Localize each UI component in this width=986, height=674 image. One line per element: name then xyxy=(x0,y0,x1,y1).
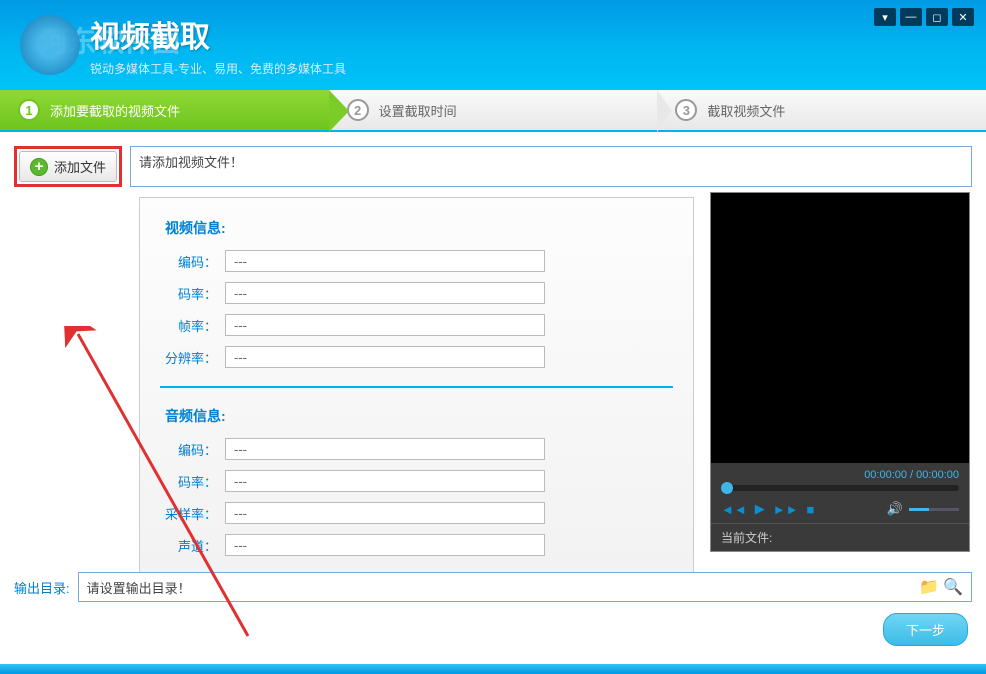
video-bitrate-value: --- xyxy=(225,282,545,304)
volume-icon[interactable]: 🔊 xyxy=(887,501,903,517)
step-1[interactable]: 1 添加要截取的视频文件 xyxy=(0,90,329,130)
audio-channels-value: --- xyxy=(225,534,545,556)
audio-bitrate-label: 码率： xyxy=(165,472,225,491)
step-3-number: 3 xyxy=(675,99,697,121)
maximize-button[interactable]: ◻ xyxy=(926,8,948,26)
minimize-button[interactable]: — xyxy=(900,8,922,26)
play-icon[interactable]: ▶ xyxy=(755,501,765,517)
audio-samplerate-row: 采样率： --- xyxy=(165,502,668,524)
output-path-field[interactable]: 请设置输出目录！ 📁 🔍 xyxy=(78,572,972,602)
preview-video-area xyxy=(711,193,969,463)
step-1-number: 1 xyxy=(18,99,40,121)
dropdown-button[interactable]: ▾ xyxy=(874,8,896,26)
current-file-row: 当前文件: xyxy=(711,523,969,551)
divider xyxy=(160,386,673,388)
progress-bar[interactable] xyxy=(721,485,959,491)
video-bitrate-label: 码率： xyxy=(165,284,225,303)
video-fps-value: --- xyxy=(225,314,545,336)
file-path-field[interactable]: 请添加视频文件！ xyxy=(130,146,972,187)
audio-info-title: 音频信息: xyxy=(165,406,668,426)
output-label: 输出目录: xyxy=(14,578,70,597)
progress-thumb[interactable] xyxy=(721,482,733,494)
video-fps-row: 帧率： --- xyxy=(165,314,668,336)
rewind-icon[interactable]: ◄◄ xyxy=(721,502,747,517)
step-3[interactable]: 3 截取视频文件 xyxy=(657,90,986,130)
audio-codec-label: 编码： xyxy=(165,440,225,459)
step-2-label: 设置截取时间 xyxy=(379,101,457,120)
video-fps-label: 帧率： xyxy=(165,316,225,335)
plus-icon: + xyxy=(30,158,48,176)
video-resolution-row: 分辨率： --- xyxy=(165,346,668,368)
app-subtitle: 锐动多媒体工具-专业、易用、免费的多媒体工具 xyxy=(90,60,346,77)
video-resolution-label: 分辨率： xyxy=(165,348,225,367)
browse-folder-icon[interactable]: 📁 xyxy=(919,577,939,597)
main-content: + 添加文件 请添加视频文件！ 视频信息: 编码： --- 码率： --- 帧率… xyxy=(0,132,986,674)
close-button[interactable]: ✕ xyxy=(952,8,974,26)
info-panel: 视频信息: 编码： --- 码率： --- 帧率： --- 分辨率： --- 音… xyxy=(139,197,694,577)
output-placeholder: 请设置输出目录！ xyxy=(87,578,916,597)
step-1-label: 添加要截取的视频文件 xyxy=(50,101,180,120)
fastforward-icon[interactable]: ►► xyxy=(773,502,799,517)
step-2-number: 2 xyxy=(347,99,369,121)
add-file-highlight: + 添加文件 xyxy=(14,146,122,187)
step-3-label: 截取视频文件 xyxy=(707,101,785,120)
header: 河东软件园 视频截取 锐动多媒体工具-专业、易用、免费的多媒体工具 ▾ — ◻ … xyxy=(0,0,986,90)
add-file-label: 添加文件 xyxy=(54,157,106,176)
preview-panel: 00:00:00 / 00:00:00 ◄◄ ▶ ►► ■ 🔊 当前文件: xyxy=(710,192,970,552)
app-title: 视频截取 xyxy=(90,12,346,56)
next-button[interactable]: 下一步 xyxy=(883,613,968,646)
audio-codec-row: 编码： --- xyxy=(165,438,668,460)
step-2[interactable]: 2 设置截取时间 xyxy=(329,90,658,130)
add-file-button[interactable]: + 添加文件 xyxy=(19,151,117,182)
bottom-accent-bar xyxy=(0,664,986,674)
audio-bitrate-row: 码率： --- xyxy=(165,470,668,492)
video-codec-row: 编码： --- xyxy=(165,250,668,272)
volume-slider[interactable] xyxy=(909,508,959,511)
steps-bar: 1 添加要截取的视频文件 2 设置截取时间 3 截取视频文件 xyxy=(0,90,986,132)
app-logo-icon xyxy=(20,15,80,75)
video-resolution-value: --- xyxy=(225,346,545,368)
audio-channels-label: 声道： xyxy=(165,536,225,555)
stop-icon[interactable]: ■ xyxy=(806,502,814,517)
video-info-title: 视频信息: xyxy=(165,218,668,238)
window-controls: ▾ — ◻ ✕ xyxy=(874,8,974,26)
video-bitrate-row: 码率： --- xyxy=(165,282,668,304)
search-icon[interactable]: 🔍 xyxy=(943,577,963,597)
time-display: 00:00:00 / 00:00:00 xyxy=(721,469,959,481)
audio-codec-value: --- xyxy=(225,438,545,460)
audio-bitrate-value: --- xyxy=(225,470,545,492)
video-codec-value: --- xyxy=(225,250,545,272)
audio-samplerate-label: 采样率： xyxy=(165,504,225,523)
audio-channels-row: 声道： --- xyxy=(165,534,668,556)
output-row: 输出目录: 请设置输出目录！ 📁 🔍 xyxy=(14,572,972,602)
current-file-label: 当前文件: xyxy=(721,529,772,546)
audio-samplerate-value: --- xyxy=(225,502,545,524)
video-codec-label: 编码： xyxy=(165,252,225,271)
preview-controls: 00:00:00 / 00:00:00 ◄◄ ▶ ►► ■ 🔊 xyxy=(711,463,969,523)
